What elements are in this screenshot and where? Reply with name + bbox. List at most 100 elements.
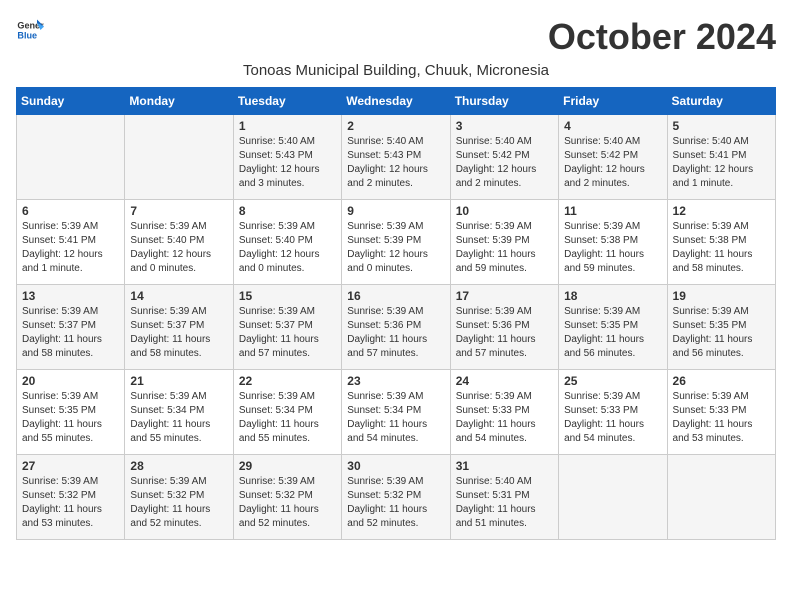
daylight-hours: Daylight: 11 hours and 52 minutes. <box>347 504 427 529</box>
day-info: Sunrise: 5:39 AMSunset: 5:40 PMDaylight:… <box>239 220 336 276</box>
day-info: Sunrise: 5:40 AMSunset: 5:42 PMDaylight:… <box>456 135 553 191</box>
day-number: 20 <box>22 374 119 388</box>
day-number: 5 <box>673 119 770 133</box>
day-number: 23 <box>347 374 444 388</box>
day-info: Sunrise: 5:39 AMSunset: 5:37 PMDaylight:… <box>22 305 119 361</box>
logo: General Blue <box>16 16 44 44</box>
table-row: 31 Sunrise: 5:40 AMSunset: 5:31 PMDayligh… <box>450 455 558 540</box>
day-number: 29 <box>239 459 336 473</box>
day-number: 10 <box>456 204 553 218</box>
table-row: 28Sunrise: 5:39 AMSunset: 5:32 PMDayligh… <box>125 455 233 540</box>
day-info: Sunrise: 5:39 AMSunset: 5:32 PMDaylight:… <box>347 475 444 531</box>
day-number: 22 <box>239 374 336 388</box>
table-row: 10 Sunrise: 5:39 AMSunset: 5:39 PMDayligh… <box>450 200 558 285</box>
table-row: 17Sunrise: 5:39 AMSunset: 5:36 PMDayligh… <box>450 285 558 370</box>
table-row <box>17 115 125 200</box>
daylight-hours: Daylight: 11 hours and 54 minutes. <box>564 419 644 444</box>
day-info: Sunrise: 5:39 AMSunset: 5:40 PMDaylight:… <box>130 220 227 276</box>
day-info: Sunrise: 5:40 AMSunset: 5:41 PMDaylight:… <box>673 135 770 191</box>
daylight-hours: Daylight: 11 hours and 57 minutes. <box>239 334 319 359</box>
month-title: October 2024 <box>548 16 776 58</box>
day-info: Sunrise: 5:39 AMSunset: 5:38 PMDaylight:… <box>564 220 661 276</box>
table-row: 13Sunrise: 5:39 AMSunset: 5:37 PMDayligh… <box>17 285 125 370</box>
table-row: 16Sunrise: 5:39 AMSunset: 5:36 PMDayligh… <box>342 285 450 370</box>
day-number: 21 <box>130 374 227 388</box>
day-info: Sunrise: 5:40 AMSunset: 5:43 PMDaylight:… <box>239 135 336 191</box>
daylight-hours: Daylight: 11 hours and 55 minutes. <box>22 419 102 444</box>
daylight-hours: Daylight: 11 hours and 59 minutes. <box>564 249 644 274</box>
table-row: 12Sunrise: 5:39 AMSunset: 5:38 PMDayligh… <box>667 200 775 285</box>
table-row: 14Sunrise: 5:39 AMSunset: 5:37 PMDayligh… <box>125 285 233 370</box>
daylight-hours: Daylight: 11 hours and 53 minutes. <box>22 504 102 529</box>
daylight-hours: Daylight: 12 hours and 3 minutes. <box>239 164 320 189</box>
daylight-hours: Daylight: 11 hours and 55 minutes. <box>130 419 210 444</box>
day-info: Sunrise: 5:40 AMSunset: 5:31 PMDaylight:… <box>456 475 553 531</box>
table-row: 29 Sunrise: 5:39 AMSunset: 5:32 PMDayligh… <box>233 455 341 540</box>
day-info: Sunrise: 5:39 AMSunset: 5:34 PMDaylight:… <box>239 390 336 446</box>
daylight-hours: Daylight: 11 hours and 52 minutes. <box>239 504 319 529</box>
daylight-hours: Daylight: 11 hours and 59 minutes. <box>456 249 536 274</box>
day-info: Sunrise: 5:39 AMSunset: 5:41 PMDaylight:… <box>22 220 119 276</box>
day-info: Sunrise: 5:39 AMSunset: 5:34 PMDaylight:… <box>347 390 444 446</box>
day-info: Sunrise: 5:39 AMSunset: 5:37 PMDaylight:… <box>239 305 336 361</box>
daylight-hours: Daylight: 11 hours and 56 minutes. <box>673 334 753 359</box>
day-info: Sunrise: 5:39 AMSunset: 5:32 PMDaylight:… <box>130 475 227 531</box>
day-info: Sunrise: 5:39 AMSunset: 5:33 PMDaylight:… <box>456 390 553 446</box>
table-row <box>125 115 233 200</box>
day-info: Sunrise: 5:39 AMSunset: 5:32 PMDaylight:… <box>22 475 119 531</box>
table-row: 27Sunrise: 5:39 AMSunset: 5:32 PMDayligh… <box>17 455 125 540</box>
col-sunday: Sunday <box>17 88 125 115</box>
header: General Blue October 2024 <box>16 16 776 58</box>
day-number: 24 <box>456 374 553 388</box>
table-row: 6Sunrise: 5:39 AMSunset: 5:41 PMDaylight… <box>17 200 125 285</box>
daylight-hours: Daylight: 11 hours and 52 minutes. <box>130 504 210 529</box>
table-row: 15Sunrise: 5:39 AMSunset: 5:37 PMDayligh… <box>233 285 341 370</box>
day-number: 30 <box>347 459 444 473</box>
daylight-hours: Daylight: 12 hours and 0 minutes. <box>239 249 320 274</box>
week-row-4: 27Sunrise: 5:39 AMSunset: 5:32 PMDayligh… <box>17 455 776 540</box>
day-number: 26 <box>673 374 770 388</box>
day-number: 25 <box>564 374 661 388</box>
week-row-3: 20 Sunrise: 5:39 AMSunset: 5:35 PMDayligh… <box>17 370 776 455</box>
col-tuesday: Tuesday <box>233 88 341 115</box>
day-info: Sunrise: 5:39 AMSunset: 5:35 PMDaylight:… <box>564 305 661 361</box>
day-number: 3 <box>456 119 553 133</box>
table-row: 2Sunrise: 5:40 AMSunset: 5:43 PMDaylight… <box>342 115 450 200</box>
table-row: 22 Sunrise: 5:39 AMSunset: 5:34 PMDayligh… <box>233 370 341 455</box>
table-row: 25 Sunrise: 5:39 AMSunset: 5:33 PMDayligh… <box>559 370 667 455</box>
table-row <box>559 455 667 540</box>
day-info: Sunrise: 5:39 AMSunset: 5:36 PMDaylight:… <box>347 305 444 361</box>
daylight-hours: Daylight: 11 hours and 57 minutes. <box>456 334 536 359</box>
col-monday: Monday <box>125 88 233 115</box>
daylight-hours: Daylight: 11 hours and 54 minutes. <box>347 419 427 444</box>
day-number: 14 <box>130 289 227 303</box>
day-info: Sunrise: 5:39 AMSunset: 5:32 PMDaylight:… <box>239 475 336 531</box>
day-number: 19 <box>673 289 770 303</box>
table-row: 30 Sunrise: 5:39 AMSunset: 5:32 PMDayligh… <box>342 455 450 540</box>
daylight-hours: Daylight: 11 hours and 51 minutes. <box>456 504 536 529</box>
calendar-body: 1Sunrise: 5:40 AMSunset: 5:43 PMDaylight… <box>17 115 776 540</box>
table-row: 8 Sunrise: 5:39 AMSunset: 5:40 PMDaylight… <box>233 200 341 285</box>
col-friday: Friday <box>559 88 667 115</box>
table-row: 1Sunrise: 5:40 AMSunset: 5:43 PMDaylight… <box>233 115 341 200</box>
day-info: Sunrise: 5:39 AMSunset: 5:33 PMDaylight:… <box>564 390 661 446</box>
day-info: Sunrise: 5:39 AMSunset: 5:36 PMDaylight:… <box>456 305 553 361</box>
day-info: Sunrise: 5:39 AMSunset: 5:33 PMDaylight:… <box>673 390 770 446</box>
daylight-hours: Daylight: 11 hours and 58 minutes. <box>673 249 753 274</box>
table-row: 20 Sunrise: 5:39 AMSunset: 5:35 PMDayligh… <box>17 370 125 455</box>
daylight-hours: Daylight: 11 hours and 56 minutes. <box>564 334 644 359</box>
day-info: Sunrise: 5:40 AMSunset: 5:42 PMDaylight:… <box>564 135 661 191</box>
header-row: Sunday Monday Tuesday Wednesday Thursday… <box>17 88 776 115</box>
day-info: Sunrise: 5:39 AMSunset: 5:35 PMDaylight:… <box>22 390 119 446</box>
day-number: 31 <box>456 459 553 473</box>
day-number: 18 <box>564 289 661 303</box>
table-row: 19Sunrise: 5:39 AMSunset: 5:35 PMDayligh… <box>667 285 775 370</box>
week-row-1: 6Sunrise: 5:39 AMSunset: 5:41 PMDaylight… <box>17 200 776 285</box>
day-info: Sunrise: 5:39 AMSunset: 5:39 PMDaylight:… <box>456 220 553 276</box>
table-row: 7Sunrise: 5:39 AMSunset: 5:40 PMDaylight… <box>125 200 233 285</box>
table-row: 4Sunrise: 5:40 AMSunset: 5:42 PMDaylight… <box>559 115 667 200</box>
daylight-hours: Daylight: 12 hours and 0 minutes. <box>130 249 211 274</box>
week-row-2: 13Sunrise: 5:39 AMSunset: 5:37 PMDayligh… <box>17 285 776 370</box>
day-info: Sunrise: 5:39 AMSunset: 5:39 PMDaylight:… <box>347 220 444 276</box>
day-number: 8 <box>239 204 336 218</box>
